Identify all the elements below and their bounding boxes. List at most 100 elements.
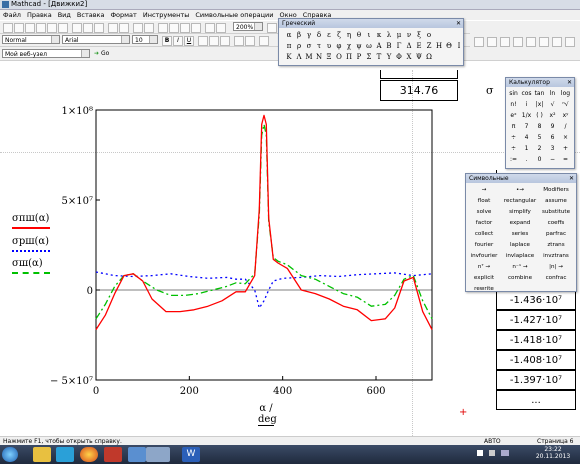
mathcad-taskbar-icon[interactable] bbox=[128, 447, 146, 462]
align-left-icon[interactable] bbox=[198, 36, 208, 46]
programming-palette-icon[interactable] bbox=[539, 37, 549, 47]
print-preview-icon[interactable] bbox=[47, 23, 57, 33]
greek-palette-icon[interactable] bbox=[552, 37, 562, 47]
symbolic-keyword-button[interactable]: substitute bbox=[536, 207, 576, 217]
spell-check-icon[interactable] bbox=[58, 23, 68, 33]
calculator-key[interactable]: 9 bbox=[547, 121, 558, 132]
insert-unit-icon[interactable] bbox=[169, 23, 179, 33]
calculator-key[interactable]: x² bbox=[547, 110, 558, 121]
calculator-key[interactable]: / bbox=[560, 121, 571, 132]
calculus-palette-icon[interactable] bbox=[513, 37, 523, 47]
greek-letter-button[interactable]: ο bbox=[423, 30, 435, 40]
menu-symbolics[interactable]: Символьные операции bbox=[192, 10, 276, 20]
symbolic-keyword-button[interactable]: rectangular bbox=[500, 196, 540, 206]
calculator-key[interactable]: 7 bbox=[521, 121, 532, 132]
symbolic-keyword-button[interactable]: collect bbox=[464, 229, 504, 239]
calculator-key[interactable]: − bbox=[547, 154, 558, 165]
symbolic-keyword-button[interactable]: nᵀ → bbox=[464, 262, 504, 272]
calculator-key[interactable]: n! bbox=[508, 99, 519, 110]
open-icon[interactable] bbox=[14, 23, 24, 33]
redo-icon[interactable] bbox=[119, 23, 129, 33]
menu-format[interactable]: Формат bbox=[107, 10, 139, 20]
symbolic-keyword-button[interactable]: solve bbox=[464, 207, 504, 217]
calculator-key[interactable]: . bbox=[521, 154, 532, 165]
calculator-key[interactable]: ÷ bbox=[508, 143, 519, 154]
graph-palette-icon[interactable] bbox=[474, 37, 484, 47]
cut-icon[interactable] bbox=[72, 23, 82, 33]
calculator-key[interactable]: 1/x bbox=[521, 110, 532, 121]
align-down-icon[interactable] bbox=[144, 23, 154, 33]
calculator-key[interactable]: √ bbox=[547, 99, 558, 110]
print-icon[interactable] bbox=[36, 23, 46, 33]
symbolic-keyword-button[interactable]: assume bbox=[536, 196, 576, 206]
symbolic-keyword-button[interactable]: fourier bbox=[464, 240, 504, 250]
symbolic-keyword-button[interactable]: factor bbox=[464, 218, 504, 228]
calculator-key[interactable]: 3 bbox=[547, 143, 558, 154]
antivirus-icon[interactable] bbox=[104, 447, 122, 462]
calculator-key[interactable]: ( ) bbox=[534, 110, 545, 121]
language-icon[interactable] bbox=[501, 450, 509, 456]
font-size-select[interactable]: 10 bbox=[132, 35, 158, 44]
calculator-key[interactable]: 2 bbox=[534, 143, 545, 154]
symbolic-keyword-button[interactable]: invfourier bbox=[464, 251, 504, 261]
zoom-select[interactable]: 200% bbox=[233, 22, 263, 31]
calculator-key[interactable]: = bbox=[560, 154, 571, 165]
volume-icon[interactable] bbox=[489, 450, 495, 456]
save-icon[interactable] bbox=[25, 23, 35, 33]
symbolic-keyword-button[interactable]: n⁻¹ → bbox=[500, 262, 540, 272]
calculator-key[interactable]: cos bbox=[521, 88, 532, 99]
italic-button[interactable]: I bbox=[173, 36, 183, 46]
undo-icon[interactable] bbox=[108, 23, 118, 33]
symbolic-keyword-button[interactable]: |n| → bbox=[536, 262, 576, 272]
help-icon[interactable] bbox=[267, 23, 277, 33]
calculator-key[interactable]: × bbox=[560, 132, 571, 143]
symbolic-keyword-button[interactable]: combine bbox=[500, 273, 540, 283]
symbolic-keyword-button[interactable]: invztrans bbox=[536, 251, 576, 261]
symbolic-keyword-button[interactable]: coeffs bbox=[536, 218, 576, 228]
explorer-icon[interactable] bbox=[33, 447, 51, 462]
close-icon[interactable]: ✕ bbox=[569, 174, 574, 183]
menu-view[interactable]: Вид bbox=[55, 10, 74, 20]
symbolic-keyword-button[interactable]: rewrite bbox=[464, 284, 504, 294]
symbolic-keyword-button[interactable]: invlaplace bbox=[500, 251, 540, 261]
calculator-key[interactable]: ÷ bbox=[508, 132, 519, 143]
calculator-key[interactable]: 8 bbox=[534, 121, 545, 132]
calculator-key[interactable]: ln bbox=[547, 88, 558, 99]
bullets-icon[interactable] bbox=[234, 36, 244, 46]
calculator-key[interactable]: + bbox=[560, 143, 571, 154]
menu-file[interactable]: Файл bbox=[0, 10, 24, 20]
symbolic-keyword-button[interactable]: parfrac bbox=[536, 229, 576, 239]
mathcad-active-taskbar-icon[interactable] bbox=[146, 447, 170, 462]
calculator-key[interactable]: tan bbox=[534, 88, 545, 99]
calculator-key[interactable]: π bbox=[508, 121, 519, 132]
symbolic-keyword-button[interactable]: expand bbox=[500, 218, 540, 228]
calculator-key[interactable]: log bbox=[560, 88, 571, 99]
calculator-key[interactable]: 5 bbox=[534, 132, 545, 143]
insert-component-icon[interactable] bbox=[180, 23, 190, 33]
clock[interactable]: 23:22 20.11.2013 bbox=[530, 446, 576, 460]
symbolic-keyword-button[interactable]: series bbox=[500, 229, 540, 239]
copy-icon[interactable] bbox=[83, 23, 93, 33]
address-select[interactable]: Мой веб-узел bbox=[2, 49, 90, 58]
calculator-palette-header[interactable]: Калькулятор ✕ bbox=[506, 78, 574, 87]
symbolic-keyword-button[interactable]: •→ bbox=[500, 185, 540, 195]
symbolic-keyword-button[interactable]: ztrans bbox=[536, 240, 576, 250]
chrome-icon[interactable] bbox=[80, 447, 98, 462]
subscript-icon[interactable] bbox=[259, 36, 269, 46]
underline-button[interactable]: U bbox=[184, 36, 194, 46]
symbolic-keyword-button[interactable]: Modifiers bbox=[536, 185, 576, 195]
menu-tools[interactable]: Инструменты bbox=[140, 10, 193, 20]
symbolic-keyword-button[interactable]: laplace bbox=[500, 240, 540, 250]
calculator-key[interactable]: sin bbox=[508, 88, 519, 99]
calculator-key[interactable]: 0 bbox=[534, 154, 545, 165]
calculator-key[interactable]: |x| bbox=[534, 99, 545, 110]
menu-insert[interactable]: Вставка bbox=[74, 10, 108, 20]
bold-button[interactable]: B bbox=[162, 36, 172, 46]
insert-hyperlink-icon[interactable] bbox=[205, 23, 215, 33]
go-button[interactable]: ➜ Go bbox=[94, 49, 109, 58]
symbolic-keyword-button[interactable]: simplify bbox=[500, 207, 540, 217]
evaluation-palette-icon[interactable] bbox=[500, 37, 510, 47]
symbolic-keyword-button[interactable]: confrac bbox=[536, 273, 576, 283]
calculator-key[interactable]: 4 bbox=[521, 132, 532, 143]
matrix-palette-icon[interactable] bbox=[487, 37, 497, 47]
